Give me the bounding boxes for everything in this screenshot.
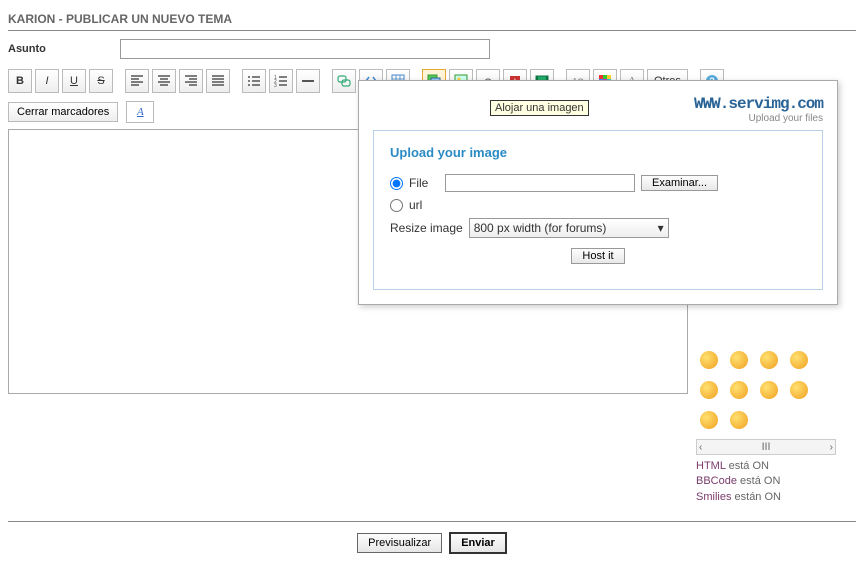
quote-button[interactable] — [332, 69, 356, 93]
svg-text:3: 3 — [274, 83, 277, 88]
list-ordered-button[interactable]: 123 — [269, 69, 293, 93]
scroll-right-icon[interactable]: › — [830, 442, 833, 453]
smiley-icon[interactable] — [700, 381, 718, 399]
subject-row: Asunto — [8, 39, 856, 59]
smiley-icon[interactable] — [790, 381, 808, 399]
source-url-radio[interactable] — [390, 199, 403, 212]
align-justify-button[interactable] — [206, 69, 230, 93]
smiley-icon[interactable] — [790, 351, 808, 369]
smiley-icon[interactable] — [730, 411, 748, 429]
page-title: KARION - PUBLICAR UN NUEVO TEMA — [8, 8, 856, 31]
subject-input[interactable] — [120, 39, 490, 59]
smiley-icon[interactable] — [730, 381, 748, 399]
send-button[interactable]: Enviar — [449, 532, 507, 554]
resize-select-value: 800 px width (for forums) — [474, 221, 607, 235]
hr-button[interactable] — [296, 69, 320, 93]
editor-status: HTML está ON BBCode está ON Smilies está… — [696, 459, 836, 505]
align-left-button[interactable] — [125, 69, 149, 93]
smiley-icon[interactable] — [760, 381, 778, 399]
smiley-icon[interactable] — [700, 351, 718, 369]
align-center-button[interactable] — [152, 69, 176, 93]
close-markers-button[interactable]: Cerrar marcadores — [8, 102, 118, 122]
smiley-icon[interactable] — [760, 351, 778, 369]
list-unordered-button[interactable] — [242, 69, 266, 93]
preview-button[interactable]: Previsualizar — [357, 533, 442, 553]
servimg-header: WWW.servimg.com Upload your files — [373, 95, 823, 124]
browse-button[interactable]: Examinar... — [641, 175, 718, 191]
smiley-icon[interactable] — [700, 411, 718, 429]
smiley-icon[interactable] — [730, 351, 748, 369]
footer-actions: Previsualizar Enviar — [8, 532, 856, 554]
smilies-scrollbar[interactable]: ‹ ⅠⅠⅠ › — [696, 439, 836, 455]
host-it-button[interactable]: Host it — [571, 248, 624, 264]
align-right-button[interactable] — [179, 69, 203, 93]
source-file-radio[interactable] — [390, 177, 403, 190]
upload-image-popup: WWW.servimg.com Upload your files Upload… — [358, 80, 838, 305]
italic-button[interactable]: I — [35, 69, 59, 93]
current-font-indicator[interactable]: A — [126, 101, 154, 123]
file-label: File — [409, 176, 439, 190]
resize-select[interactable]: 800 px width (for forums) ▾ — [469, 218, 669, 238]
scroll-left-icon[interactable]: ‹ — [699, 442, 702, 453]
host-image-tooltip: Alojar una imagen — [490, 100, 589, 116]
file-path-input[interactable] — [445, 174, 635, 192]
scroll-thumb[interactable]: ⅠⅠⅠ — [762, 442, 771, 453]
underline-button[interactable]: U — [62, 69, 86, 93]
upload-heading: Upload your image — [390, 145, 806, 160]
resize-label: Resize image — [390, 221, 463, 235]
servimg-logo: WWW.servimg.com — [694, 95, 823, 113]
subject-label: Asunto — [8, 43, 108, 55]
chevron-down-icon: ▾ — [658, 221, 664, 235]
servimg-tagline: Upload your files — [749, 113, 823, 124]
bold-button[interactable]: B — [8, 69, 32, 93]
strike-button[interactable]: S — [89, 69, 113, 93]
url-label: url — [409, 198, 439, 212]
